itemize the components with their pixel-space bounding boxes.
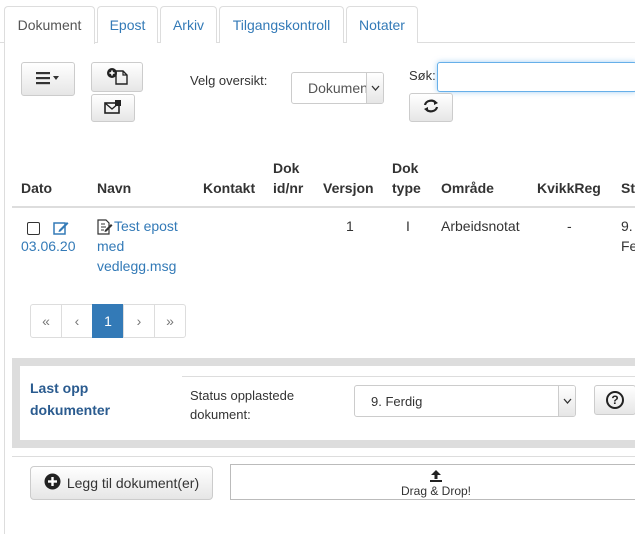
pagination-prev[interactable]: ‹: [61, 304, 93, 338]
refresh-icon: [423, 99, 439, 116]
content-frame: [4, 43, 5, 534]
pagination-first[interactable]: «: [30, 304, 62, 338]
row-area: Arbeidsnotat: [441, 218, 520, 234]
column-header-status[interactable]: St: [621, 178, 635, 198]
upload-row-divider: [182, 376, 635, 377]
tab-dokument[interactable]: Dokument: [4, 6, 95, 44]
tab-notater[interactable]: Notater: [346, 6, 418, 43]
new-document-button[interactable]: [91, 62, 143, 92]
upload-status-label: Status opplastede dokument:: [190, 386, 294, 424]
pagination: « ‹ 1 › »: [30, 304, 186, 338]
upload-icon: [430, 469, 442, 485]
pagination-page-1[interactable]: 1: [92, 304, 124, 338]
row-status-line1: 9.: [621, 218, 633, 234]
upload-title: Last opp dokumenter: [30, 377, 110, 421]
refresh-button[interactable]: [409, 93, 453, 122]
column-header-dok-type[interactable]: Dok type: [392, 158, 421, 198]
column-header-dato[interactable]: Dato: [21, 178, 52, 198]
menu-dropdown-button[interactable]: [21, 62, 75, 96]
overview-select[interactable]: Dokumen: [291, 72, 384, 104]
new-document-icon: [106, 67, 128, 88]
pagination-last[interactable]: »: [154, 304, 186, 338]
search-input[interactable]: [437, 62, 635, 92]
column-header-omrade[interactable]: Område: [441, 178, 494, 198]
column-header-kvikkreg[interactable]: KvikkReg: [537, 178, 601, 198]
upload-title-line2: dokumenter: [30, 402, 111, 418]
row-date[interactable]: 03.06.20: [21, 236, 76, 256]
tab-tilgangskontroll[interactable]: Tilgangskontroll: [219, 6, 344, 43]
row-select-checkbox[interactable]: [27, 222, 40, 235]
upload-status-label-line2: dokument:: [190, 407, 251, 422]
column-header-navn[interactable]: Navn: [97, 178, 131, 198]
add-document-button[interactable]: Legg til dokument(er): [30, 466, 213, 500]
upload-status-select[interactable]: 9. Ferdig: [354, 385, 576, 417]
help-button[interactable]: ?: [594, 385, 635, 415]
upload-status-label-line1: Status opplastede: [190, 388, 295, 403]
row-status-line2: Fe: [621, 238, 635, 254]
question-icon: ?: [606, 391, 624, 409]
drag-drop-zone[interactable]: Drag & Drop!: [230, 464, 635, 500]
hamburger-icon: [36, 71, 60, 88]
tab-epost[interactable]: Epost: [97, 6, 158, 43]
drag-drop-label: Drag & Drop!: [400, 484, 472, 498]
add-document-label: Legg til dokument(er): [66, 475, 200, 491]
upload-title-line1: Last opp: [30, 380, 89, 396]
column-header-dok-id-line2: id/nr: [273, 180, 304, 196]
tab-arkiv[interactable]: Arkiv: [160, 6, 217, 43]
plus-circle-icon: [44, 473, 61, 493]
pagination-next[interactable]: ›: [123, 304, 155, 338]
upload-bottom-divider: [12, 456, 635, 457]
column-header-kontakt[interactable]: Kontakt: [203, 178, 255, 198]
chevron-down-icon: [558, 386, 575, 416]
table-header-divider: [12, 206, 635, 208]
envelope-icon: [103, 99, 123, 118]
chevron-down-icon: [366, 73, 383, 103]
row-name-line3[interactable]: vedlegg.msg: [97, 256, 176, 276]
new-email-button[interactable]: [91, 94, 135, 122]
row-kvikkreg: -: [567, 218, 572, 234]
overview-label: Velg oversikt:: [190, 73, 268, 88]
column-header-dok-type-line2: type: [392, 180, 421, 196]
row-version: 1: [346, 218, 354, 234]
column-header-versjon[interactable]: Versjon: [323, 178, 374, 198]
row-name-line1[interactable]: Test epost: [114, 216, 178, 236]
column-header-dok-id-line1: Dok: [273, 160, 300, 176]
row-doc-type: I: [406, 218, 410, 234]
search-label: Søk:: [409, 68, 436, 83]
row-name-line2[interactable]: med: [97, 236, 124, 256]
column-header-dok-id[interactable]: Dok id/nr: [273, 158, 303, 198]
column-header-dok-type-line1: Dok: [392, 160, 419, 176]
